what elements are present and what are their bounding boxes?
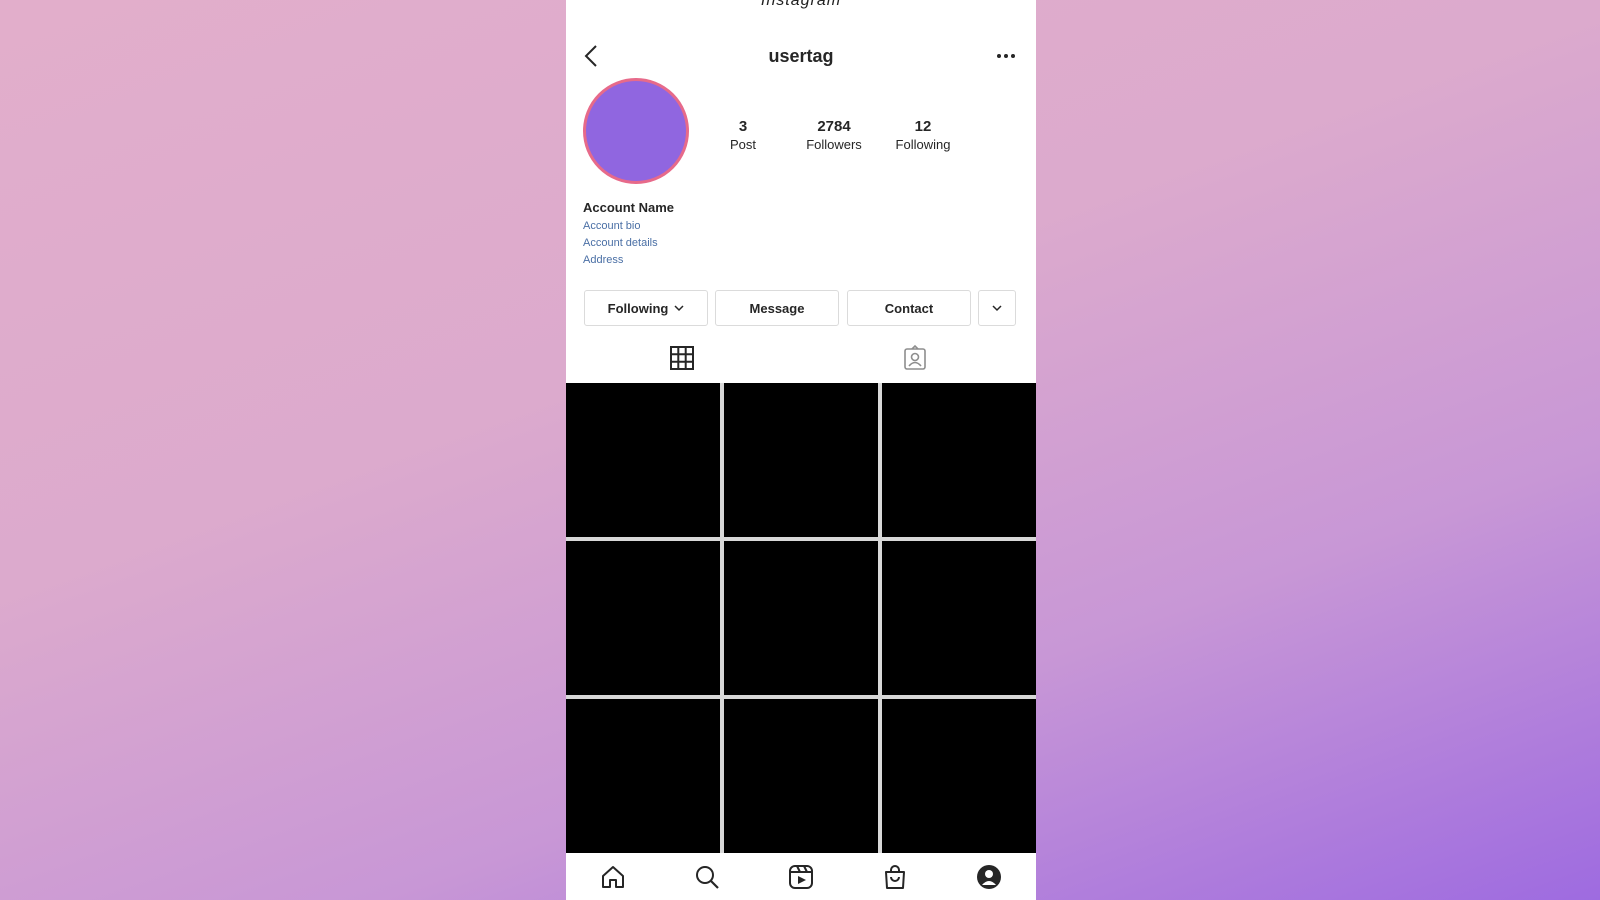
post-thumbnail[interactable] — [566, 383, 720, 537]
post-thumbnail[interactable] — [724, 699, 878, 853]
following-label: Following — [895, 137, 951, 152]
following-button-label: Following — [607, 300, 669, 316]
post-thumbnail[interactable] — [566, 541, 720, 695]
contact-button-label: Contact — [884, 300, 934, 316]
post-thumbnail[interactable] — [566, 699, 720, 853]
suggested-accounts-button[interactable] — [978, 290, 1016, 326]
chevron-down-icon — [992, 305, 1002, 312]
followers-label: Followers — [806, 137, 862, 152]
posts-label: Post — [729, 137, 756, 152]
nav-profile[interactable] — [973, 861, 1005, 893]
grid-icon — [670, 346, 694, 370]
home-icon — [602, 865, 624, 888]
tab-posts-grid[interactable] — [668, 344, 696, 372]
profile-icon — [977, 864, 1001, 889]
search-icon — [696, 865, 719, 889]
chevron-down-icon — [674, 305, 684, 312]
nav-reels[interactable] — [785, 861, 817, 893]
tagged-icon — [904, 344, 926, 370]
contact-button[interactable]: Contact — [847, 290, 971, 326]
stat-following[interactable]: 12 Following — [888, 118, 958, 152]
more-dots-icon — [997, 54, 1015, 58]
reels-icon — [789, 864, 813, 889]
post-thumbnail[interactable] — [882, 541, 1036, 695]
tab-tagged[interactable] — [901, 344, 929, 372]
avatar[interactable] — [583, 78, 689, 184]
following-button[interactable]: Following — [584, 290, 708, 326]
message-button[interactable]: Message — [715, 290, 839, 326]
profile-bio: Account Name Account bio Account details… — [583, 200, 674, 271]
posts-count: 3 — [738, 118, 748, 135]
shop-icon — [885, 864, 905, 889]
stat-followers[interactable]: 2784 Followers — [794, 118, 874, 152]
bio-line: Account bio — [583, 220, 641, 232]
account-name: Account Name — [583, 200, 675, 215]
phone-screen: Instagram usertag 3 Post 2784 Followers … — [566, 0, 1036, 900]
nav-home[interactable] — [597, 861, 629, 893]
profile-tabs — [566, 338, 1036, 378]
bio-line: Account details — [583, 237, 658, 249]
posts-grid — [566, 383, 1036, 853]
nav-search[interactable] — [691, 861, 723, 893]
post-thumbnail[interactable] — [724, 541, 878, 695]
bottom-nav — [566, 853, 1036, 900]
bio-line[interactable]: Address — [583, 254, 674, 266]
nav-shop[interactable] — [879, 861, 911, 893]
more-options-button[interactable] — [992, 42, 1020, 70]
post-thumbnail[interactable] — [724, 383, 878, 537]
post-thumbnail[interactable] — [882, 699, 1036, 853]
profile-header: usertag — [566, 38, 1036, 74]
app-title-partial: Instagram — [760, 0, 842, 9]
following-count: 12 — [914, 118, 932, 135]
followers-count: 2784 — [817, 118, 851, 135]
message-button-label: Message — [749, 300, 805, 316]
post-thumbnail[interactable] — [882, 383, 1036, 537]
profile-username: usertag — [768, 46, 834, 66]
stat-posts[interactable]: 3 Post — [718, 118, 768, 152]
